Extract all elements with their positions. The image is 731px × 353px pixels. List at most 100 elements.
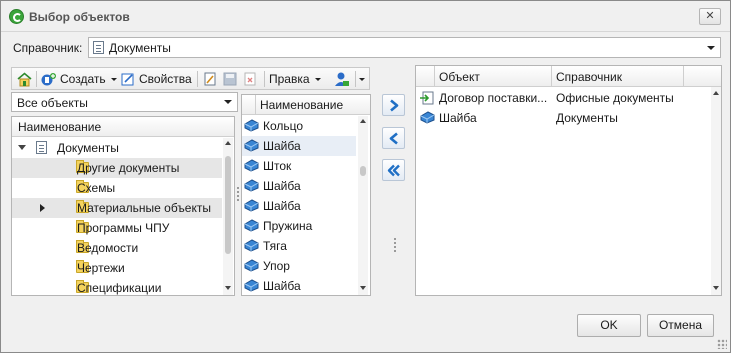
- objects-scrollbar[interactable]: [358, 116, 368, 295]
- tree-item-label: Схемы: [77, 181, 116, 195]
- window-title: Выбор объектов: [29, 10, 130, 24]
- list-item[interactable]: Кольцо: [242, 116, 356, 136]
- title-bar[interactable]: Выбор объектов ✕: [1, 1, 730, 32]
- objects-column-label: Наименование: [260, 98, 344, 112]
- objects-list[interactable]: Наименование Кольцо Шайба Шток Шайба Шайба Пр…: [241, 94, 371, 296]
- cell-directory: Офисные документы: [556, 91, 674, 105]
- save-icon: [223, 72, 237, 86]
- filter-select[interactable]: Все объекты: [11, 92, 238, 112]
- scroll-down-arrow-icon[interactable]: [225, 286, 231, 290]
- edit-menu-button[interactable]: Правка: [269, 71, 321, 87]
- document-arrow-icon: [420, 91, 434, 105]
- scroll-up-arrow-icon[interactable]: [360, 119, 366, 123]
- chevron-down-icon[interactable]: [224, 100, 232, 104]
- column-object-label: Объект: [439, 70, 480, 84]
- create-label: Создать: [60, 72, 106, 86]
- delete-button[interactable]: [243, 71, 257, 87]
- add-selected-button[interactable]: [382, 94, 405, 116]
- cancel-button[interactable]: Отмена: [647, 314, 714, 337]
- scroll-down-arrow-icon[interactable]: [713, 286, 719, 290]
- properties-button[interactable]: Свойства: [121, 71, 192, 87]
- table-row[interactable]: Договор поставки... Офисные документы: [416, 88, 706, 108]
- chevron-down-icon: [314, 77, 321, 81]
- tree-item[interactable]: Чертежи: [12, 258, 222, 278]
- list-item[interactable]: Упор: [242, 256, 356, 276]
- document-icon: [36, 141, 47, 154]
- tree-item[interactable]: Ведомости: [12, 238, 222, 258]
- cell-directory: Документы: [556, 111, 618, 125]
- tree-item-label: Другие документы: [77, 161, 180, 175]
- properties-icon: [121, 73, 134, 86]
- scroll-thumb[interactable]: [225, 156, 231, 254]
- tree-item[interactable]: Документы: [12, 138, 222, 158]
- user-button[interactable]: [334, 71, 350, 87]
- list-item[interactable]: Шайба: [242, 196, 356, 216]
- list-item[interactable]: Пружина: [242, 216, 356, 236]
- remove-all-button[interactable]: [382, 159, 405, 181]
- scroll-down-arrow-icon[interactable]: [360, 286, 366, 290]
- list-item[interactable]: Тяга: [242, 236, 356, 256]
- scroll-thumb[interactable]: [360, 166, 366, 176]
- select-objects-dialog: Выбор объектов ✕ Справочник: Документы С…: [0, 0, 731, 353]
- ok-button[interactable]: OK: [577, 314, 641, 337]
- table-row[interactable]: Шайба Документы: [416, 108, 706, 128]
- column-directory[interactable]: Справочник: [551, 66, 683, 87]
- tree-scrollbar[interactable]: [223, 138, 233, 295]
- list-item-label: Шайба: [263, 179, 301, 193]
- list-item-label: Упор: [263, 259, 290, 273]
- chevron-down-icon: [110, 77, 117, 81]
- expand-open-icon[interactable]: [18, 145, 26, 150]
- tree-item[interactable]: Спецификации: [12, 278, 222, 295]
- list-item[interactable]: Шайба: [242, 276, 356, 295]
- objects-column-header[interactable]: Наименование: [242, 95, 370, 115]
- directory-label: Справочник:: [13, 41, 83, 55]
- arrow-left-icon: [389, 132, 398, 145]
- list-item[interactable]: Шайба: [242, 176, 356, 196]
- list-item-label: Кольцо: [263, 119, 304, 133]
- chevron-down-icon: [359, 77, 365, 81]
- tree-item[interactable]: Другие документы: [12, 158, 222, 178]
- tree-item-label: Спецификации: [77, 281, 162, 295]
- tree-item[interactable]: Материальные объекты: [12, 198, 222, 218]
- edit-document-button[interactable]: [203, 71, 217, 87]
- tree-item-label: Документы: [57, 141, 119, 155]
- create-button[interactable]: Создать: [41, 71, 117, 87]
- filter-value: Все объекты: [17, 96, 88, 110]
- close-button[interactable]: ✕: [699, 8, 721, 25]
- remove-selected-button[interactable]: [382, 127, 405, 149]
- list-item[interactable]: Шток: [242, 156, 356, 176]
- chevron-down-icon[interactable]: [707, 46, 715, 50]
- folder-tree[interactable]: Наименование Документы Другие документы Сх…: [11, 116, 235, 296]
- tree-item-label: Ведомости: [77, 241, 139, 255]
- part-icon: [244, 179, 259, 192]
- expand-closed-icon[interactable]: [40, 204, 45, 212]
- tree-item[interactable]: Программы ЧПУ: [12, 218, 222, 238]
- resize-grip[interactable]: [717, 339, 727, 349]
- toolbar-overflow-button[interactable]: [359, 71, 365, 87]
- scroll-up-arrow-icon[interactable]: [713, 91, 719, 95]
- tree-item-label: Чертежи: [77, 261, 125, 275]
- tree-item[interactable]: Схемы: [12, 178, 222, 198]
- splitter-handle[interactable]: [237, 187, 239, 201]
- directory-value: Документы: [109, 41, 171, 55]
- list-item[interactable]: Шайба: [242, 136, 356, 156]
- directory-select[interactable]: Документы: [88, 37, 721, 58]
- selected-objects-grid[interactable]: Объект Справочник Договор поставки... Офи…: [415, 65, 722, 296]
- column-object[interactable]: Объект: [434, 66, 551, 87]
- part-icon: [244, 119, 259, 132]
- part-icon: [244, 279, 259, 292]
- home-button[interactable]: [17, 71, 32, 87]
- tree-column-label: Наименование: [18, 120, 102, 134]
- list-item-label: Шайба: [263, 199, 301, 213]
- cell-object: Договор поставки...: [439, 91, 548, 105]
- tree-column-header[interactable]: Наименование: [12, 117, 234, 137]
- cell-object: Шайба: [439, 111, 477, 125]
- document-icon: [93, 41, 104, 54]
- save-button[interactable]: [223, 71, 237, 87]
- tree-item-label: Программы ЧПУ: [77, 221, 170, 235]
- part-icon: [420, 111, 435, 124]
- scroll-up-arrow-icon[interactable]: [225, 141, 231, 145]
- edit-document-icon: [204, 72, 216, 86]
- splitter-handle[interactable]: [394, 238, 396, 252]
- grid-scrollbar[interactable]: [711, 87, 721, 295]
